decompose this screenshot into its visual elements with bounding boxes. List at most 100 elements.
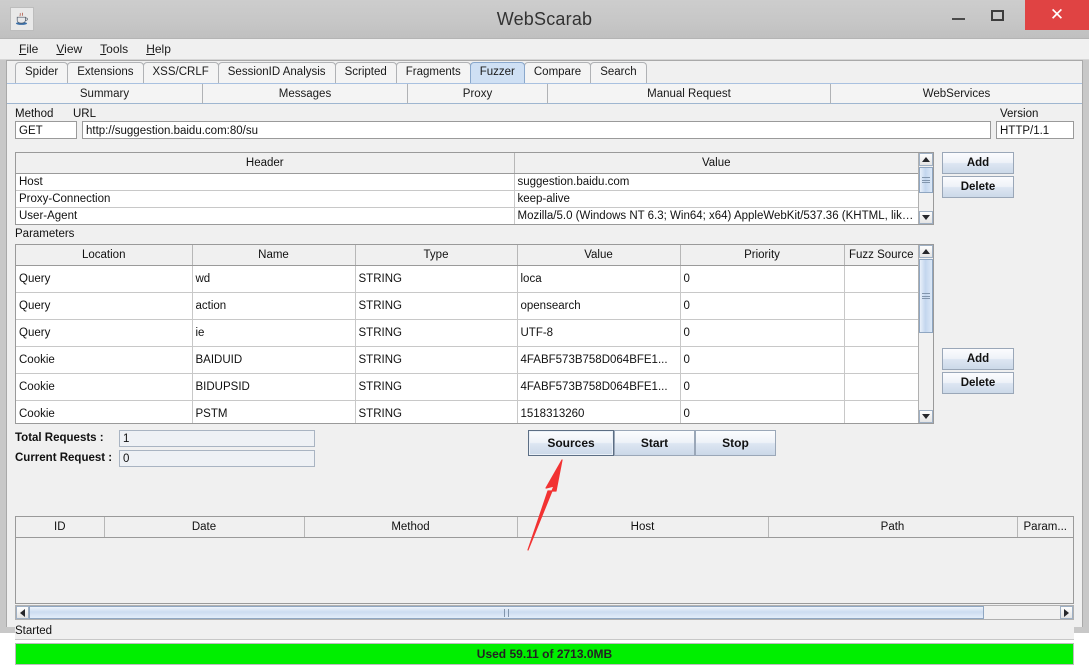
param-value-cell[interactable]: loca (517, 265, 681, 293)
method-input[interactable]: GET (15, 121, 77, 139)
maximize-button[interactable] (977, 0, 1017, 30)
results-col-params[interactable]: Param... (1017, 517, 1073, 538)
table-row[interactable]: Query wd STRING loca 0 (16, 265, 918, 293)
table-row[interactable]: Cookie BIDUPSID STRING 4FABF573B758D064B… (16, 373, 918, 401)
param-name-cell[interactable]: action (192, 292, 356, 320)
param-value-cell[interactable]: UTF-8 (517, 319, 681, 347)
stop-button[interactable]: Stop (695, 430, 776, 456)
scroll-right-icon[interactable] (1060, 606, 1073, 619)
scroll-down-icon[interactable] (919, 410, 933, 423)
url-input[interactable]: http://suggestion.baidu.com:80/su (82, 121, 991, 139)
minimize-button[interactable] (939, 0, 977, 30)
param-type-cell[interactable]: STRING (355, 373, 518, 401)
parameters-add-button[interactable]: Add (942, 348, 1014, 370)
param-type-cell[interactable]: STRING (355, 292, 518, 320)
results-col-host[interactable]: Host (517, 517, 769, 538)
current-request-input[interactable]: 0 (119, 449, 315, 467)
tab-messages[interactable]: Messages (203, 84, 408, 104)
param-fuzzsource-cell[interactable] (844, 265, 918, 293)
param-priority-cell[interactable]: 0 (680, 346, 845, 374)
headers-vertical-scrollbar[interactable] (918, 153, 933, 224)
param-priority-cell[interactable]: 0 (680, 373, 845, 401)
param-name-cell[interactable]: ie (192, 319, 356, 347)
table-row[interactable]: Cookie BAIDUID STRING 4FABF573B758D064BF… (16, 346, 918, 374)
scroll-up-icon[interactable] (919, 245, 933, 258)
param-fuzzsource-cell[interactable] (844, 346, 918, 374)
tab-scripted[interactable]: Scripted (334, 62, 397, 83)
tab-fragments[interactable]: Fragments (395, 62, 471, 83)
tab-fuzzer[interactable]: Fuzzer (469, 62, 525, 83)
param-priority-cell[interactable]: 0 (680, 265, 845, 293)
results-col-date[interactable]: Date (104, 517, 305, 538)
param-type-cell[interactable]: STRING (355, 346, 518, 374)
tab-spider[interactable]: Spider (15, 62, 69, 83)
param-fuzzsource-cell[interactable] (844, 319, 918, 347)
start-button[interactable]: Start (614, 430, 695, 456)
param-type-cell[interactable]: STRING (355, 319, 518, 347)
table-row[interactable]: Host suggestion.baidu.com (16, 173, 918, 191)
parameters-delete-button[interactable]: Delete (942, 372, 1014, 394)
total-requests-input[interactable]: 1 (119, 429, 315, 447)
param-name-cell[interactable]: BIDUPSID (192, 373, 356, 401)
param-priority-cell[interactable]: 0 (680, 292, 845, 320)
param-col-name[interactable]: Name (192, 245, 356, 266)
param-type-cell[interactable]: STRING (355, 265, 518, 293)
tab-extensions[interactable]: Extensions (67, 62, 144, 83)
param-location-cell[interactable]: Query (16, 319, 193, 347)
table-row[interactable]: User-Agent Mozilla/5.0 (Windows NT 6.3; … (16, 207, 918, 224)
version-input[interactable]: HTTP/1.1 (996, 121, 1074, 139)
param-location-cell[interactable]: Query (16, 292, 193, 320)
menu-tools[interactable]: Tools (91, 40, 137, 58)
param-col-location[interactable]: Location (16, 245, 193, 266)
parameters-vertical-scrollbar[interactable] (918, 245, 933, 423)
param-location-cell[interactable]: Query (16, 265, 193, 293)
param-col-priority[interactable]: Priority (680, 245, 845, 266)
table-row[interactable]: Query ie STRING UTF-8 0 (16, 319, 918, 347)
results-col-id[interactable]: ID (16, 517, 105, 538)
scrollbar-thumb[interactable] (919, 259, 933, 333)
param-fuzzsource-cell[interactable] (844, 373, 918, 401)
header-name-cell[interactable]: Host (16, 173, 515, 191)
headers-add-button[interactable]: Add (942, 152, 1014, 174)
tab-summary[interactable]: Summary (7, 84, 203, 104)
param-fuzzsource-cell[interactable] (844, 400, 918, 423)
header-value-cell[interactable]: keep-alive (514, 190, 918, 208)
param-type-cell[interactable]: STRING (355, 400, 518, 423)
header-value-cell[interactable]: Mozilla/5.0 (Windows NT 6.3; Win64; x64)… (514, 207, 918, 224)
param-col-fuzzsource[interactable]: Fuzz Source (844, 245, 918, 266)
scrollbar-thumb[interactable] (919, 167, 933, 193)
menu-file[interactable]: File (10, 40, 47, 58)
tab-manual-request[interactable]: Manual Request (548, 84, 831, 104)
param-location-cell[interactable]: Cookie (16, 373, 193, 401)
param-location-cell[interactable]: Cookie (16, 400, 193, 423)
sources-button[interactable]: Sources (528, 430, 614, 456)
headers-delete-button[interactable]: Delete (942, 176, 1014, 198)
param-col-value[interactable]: Value (517, 245, 681, 266)
memory-usage-bar[interactable]: Used 59.11 of 2713.0MB (15, 643, 1074, 665)
param-fuzzsource-cell[interactable] (844, 292, 918, 320)
results-col-path[interactable]: Path (768, 517, 1018, 538)
close-button[interactable]: ✕ (1025, 0, 1089, 30)
param-col-type[interactable]: Type (355, 245, 518, 266)
menu-view[interactable]: View (47, 40, 91, 58)
tab-xss-crlf[interactable]: XSS/CRLF (142, 62, 219, 83)
tab-sessionid-analysis[interactable]: SessionID Analysis (217, 62, 336, 83)
scroll-down-icon[interactable] (919, 211, 933, 224)
param-value-cell[interactable]: 1518313260 (517, 400, 681, 423)
param-value-cell[interactable]: opensearch (517, 292, 681, 320)
header-name-cell[interactable]: Proxy-Connection (16, 190, 515, 208)
results-col-method[interactable]: Method (304, 517, 518, 538)
results-horizontal-scrollbar[interactable] (15, 605, 1074, 620)
scrollbar-thumb[interactable] (29, 606, 984, 619)
param-value-cell[interactable]: 4FABF573B758D064BFE1... (517, 346, 681, 374)
param-name-cell[interactable]: BAIDUID (192, 346, 356, 374)
table-row[interactable]: Cookie PSTM STRING 1518313260 0 (16, 400, 918, 423)
tab-proxy[interactable]: Proxy (408, 84, 548, 104)
header-col-header[interactable]: Header (16, 153, 515, 174)
param-priority-cell[interactable]: 0 (680, 400, 845, 423)
tab-search[interactable]: Search (590, 62, 647, 83)
menu-help[interactable]: Help (137, 40, 180, 58)
tab-webservices[interactable]: WebServices (831, 84, 1082, 104)
scroll-left-icon[interactable] (16, 606, 29, 619)
param-value-cell[interactable]: 4FABF573B758D064BFE1... (517, 373, 681, 401)
